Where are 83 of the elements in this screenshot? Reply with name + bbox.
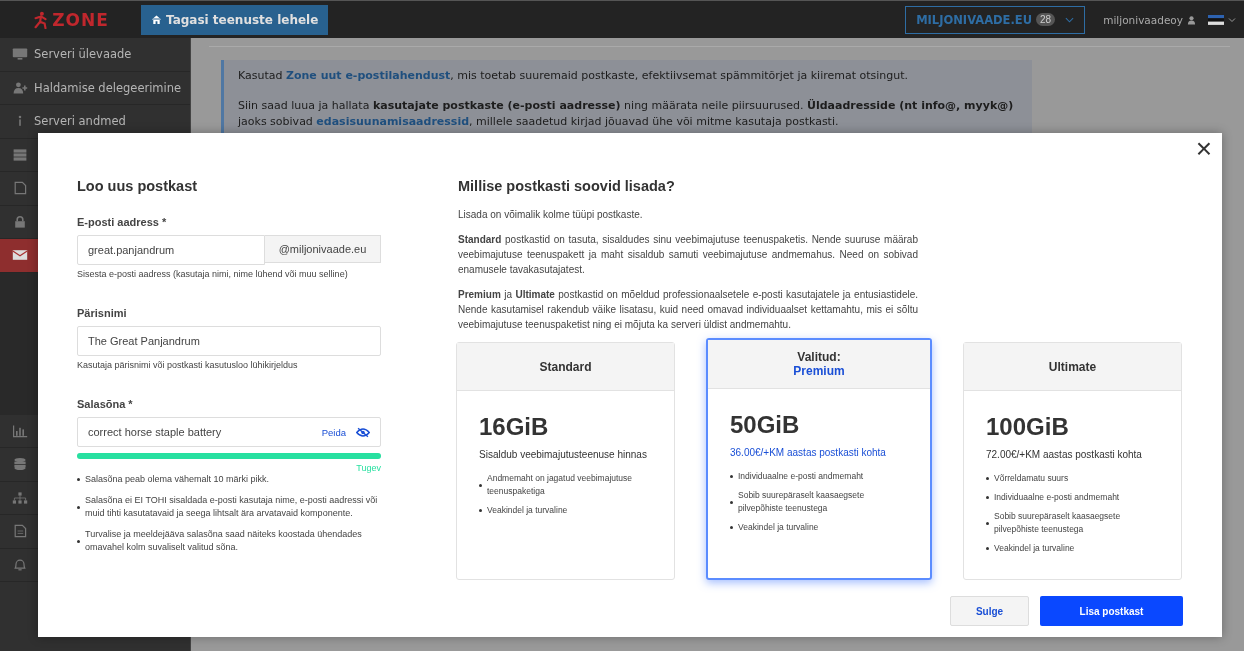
- field-label: Salasõna *: [77, 398, 134, 410]
- plan-name: Ultimate: [1048, 359, 1097, 374]
- plan-card[interactable]: Valitud: Premium 50GiB 36.00€/+KM aastas postkasti kohta Individuaalne e-posti andmemaht Sobib suurepäraselt kaasaegsete pilvepõhiste teenustega Veakindel ja turvaline: [706, 338, 932, 580]
- password-field[interactable]: correct horse staple battery Peida: [77, 417, 381, 447]
- plan-feature: Veakindel ja turvaline: [487, 504, 568, 517]
- bullet-icon: [77, 505, 80, 509]
- bullet-icon: [730, 526, 733, 529]
- close-button[interactable]: ×: [1191, 135, 1216, 163]
- description-paragraph: Premium ja Ultimate postkastid on mõeldud professionaalsetele e-posti kasutajatele ja entusiastidele. Nende kasutamisel rakendub väike lisatasu, kuid need omavad individuaalset kettamahtu, mis ei sõltu veebimajutuse teenuspaketist ning ei mõjuta ka serveri üldist andmemahtu.: [458, 288, 918, 332]
- bullet-icon: [77, 539, 80, 543]
- plan-feature: Sobib suurepäraselt kaasaegsete pilvepõhiste teenustega: [738, 489, 866, 515]
- bullet-icon: [986, 521, 989, 525]
- plan-size: 100GiB: [986, 413, 1070, 441]
- bullet-icon: [77, 478, 80, 481]
- plan-feature: Veakindel ja turvaline: [738, 521, 819, 534]
- password-rule: Turvalise ja meeldejääva salasõna saad näiteks koostada ühendades omavahel kolm suvaliselt valitud sõna.: [85, 528, 363, 554]
- sidebar-item[interactable]: Haldamise delegeerimine: [0, 71, 190, 105]
- menu-icon: [12, 248, 28, 263]
- plan-card[interactable]: Standard 16GiB Sisaldub veebimajutusteenuse hinnas Andmemaht on jagatud veebimajutuse teenuspaketiga Veakindel ja turvaline: [456, 342, 675, 580]
- field-label: Pärisnimi: [77, 307, 128, 319]
- plan-price: 36.00€/+KM aastas postkasti kohta: [730, 447, 887, 458]
- user-menu[interactable]: miljonivaadeoy: [1103, 13, 1183, 26]
- eye-slash-icon[interactable]: [356, 426, 370, 438]
- plan-note: Valitud:: [797, 350, 841, 364]
- dialog-title: Loo uus postkast: [77, 178, 199, 194]
- domain-dropdown[interactable]: MILJONIVAADE.EU 28: [905, 5, 1086, 34]
- email-field[interactable]: great.panjandrum: [77, 235, 265, 265]
- menu-icon: [12, 524, 28, 539]
- help-text: Kasutaja pärisnimi või postkasti kasutusloo lühikirjeldus: [77, 360, 299, 370]
- close-dialog-button[interactable]: Sulge: [950, 596, 1029, 626]
- menu-icon: [12, 214, 28, 229]
- plan-feature: Võrreldamatu suurs: [994, 472, 1069, 485]
- menu-icon: [12, 47, 28, 62]
- bullet-icon: [479, 509, 482, 512]
- bullet-icon: [479, 483, 482, 487]
- hide-password-link[interactable]: Peida: [321, 426, 346, 438]
- caret-icon: [1065, 16, 1075, 23]
- name-field[interactable]: The Great Panjandrum: [77, 326, 381, 356]
- section-title: Millise postkasti soovid lisada?: [458, 178, 676, 194]
- info-paragraph: Siin saad luua ja hallata kasutajate postkaste (e-posti aadresse) ning määrata neile piirsuurused. Üldaadresside (nt info@, myyk@) jaoks sobivad edasisuunamisaadressid, millele saadetud kirjad jõuavad ühe või mitme kasutaja postkasti.: [238, 98, 1015, 130]
- plan-price: Sisaldub veebimajutusteenuse hinnas: [479, 449, 648, 460]
- menu-icon: [12, 147, 28, 162]
- menu-icon: [12, 490, 28, 505]
- plan-card[interactable]: Ultimate 100GiB 72.00€/+KM aastas postkasti kohta Võrreldamatu suurs Individuaalne e-posti andmemaht Sobib suurepäraselt kaasaegsete pilvepõhiste teenustega Veakindel ja turvaline: [963, 342, 1182, 580]
- bullet-icon: [986, 496, 989, 499]
- menu-icon: [12, 423, 28, 438]
- info-paragraph: Kasutad Zone uut e-postilahendust, mis toetab suuremaid postkaste, efektiivsemat spämmitõrjet ja kiiremat otsingut.: [238, 68, 910, 84]
- password-value: correct horse staple battery: [88, 426, 223, 438]
- field-label: E-posti aadress *: [77, 216, 168, 228]
- flag-icon[interactable]: [1208, 13, 1238, 26]
- plan-price: 72.00€/+KM aastas postkasti kohta: [986, 449, 1143, 460]
- sidebar-item[interactable]: Serveri ülevaade: [0, 38, 190, 72]
- domain-suffix: @miljonivaade.eu: [265, 235, 381, 263]
- menu-icon: [12, 457, 28, 472]
- description-paragraph: Standard postkastid on tasuta, sisaldudes sinu veebimajutuse teenuspaketis. Nende suuruse määrab veebimajutuse teenuspakett ja maht sisaldub samuti veebimajutuse andmemahus. Need on sobivad enamusele tavakasutajatest.: [458, 233, 918, 277]
- description-paragraph: Lisada on võimalik kolme tüüpi postkaste.: [458, 208, 644, 222]
- plan-name: Standard: [539, 359, 592, 374]
- plan-feature: Andmemaht on jagatud veebimajutuse teenuspaketiga: [487, 472, 634, 498]
- strength-label: Tugev: [356, 463, 381, 473]
- bullet-icon: [730, 500, 733, 504]
- plan-feature: Veakindel ja turvaline: [994, 542, 1075, 555]
- plan-size: 16GiB: [479, 413, 550, 441]
- plan-feature: Sobib suurepäraselt kaasaegsete pilvepõhiste teenustega: [994, 510, 1122, 536]
- bullet-icon: [986, 477, 989, 480]
- user-icon: [1187, 14, 1196, 25]
- plan-name: Premium: [793, 364, 845, 378]
- plan-size: 50GiB: [730, 411, 801, 439]
- password-rule: Salasõna ei EI TOHI sisaldada e-posti kasutaja nime, e-posti aadressi või muid tihti kasutatavaid ja seega lihtsalt ära arvatavaid komponente.: [85, 494, 379, 520]
- add-mailbox-button[interactable]: Lisa postkast: [1040, 596, 1183, 626]
- home-icon: [151, 14, 162, 25]
- plan-feature: Individuaalne e-posti andmemaht: [994, 491, 1120, 504]
- menu-icon: [12, 557, 28, 572]
- domain-label: MILJONIVAADE.EU: [916, 12, 1033, 27]
- logo-text: ZONE: [52, 9, 109, 30]
- menu-icon: [12, 181, 28, 196]
- help-text: Sisesta e-posti aadress (kasutaja nimi, nime lühend või muu selline): [77, 269, 349, 279]
- back-button[interactable]: Tagasi teenuste lehele: [141, 4, 329, 35]
- count-badge: 28: [1036, 13, 1056, 26]
- bullet-icon: [730, 475, 733, 478]
- password-rule: Salasõna peab olema vähemalt 10 märki pikk.: [85, 473, 270, 486]
- plan-feature: Individuaalne e-posti andmemaht: [738, 470, 864, 483]
- bullet-icon: [986, 547, 989, 550]
- menu-icon: [12, 80, 28, 95]
